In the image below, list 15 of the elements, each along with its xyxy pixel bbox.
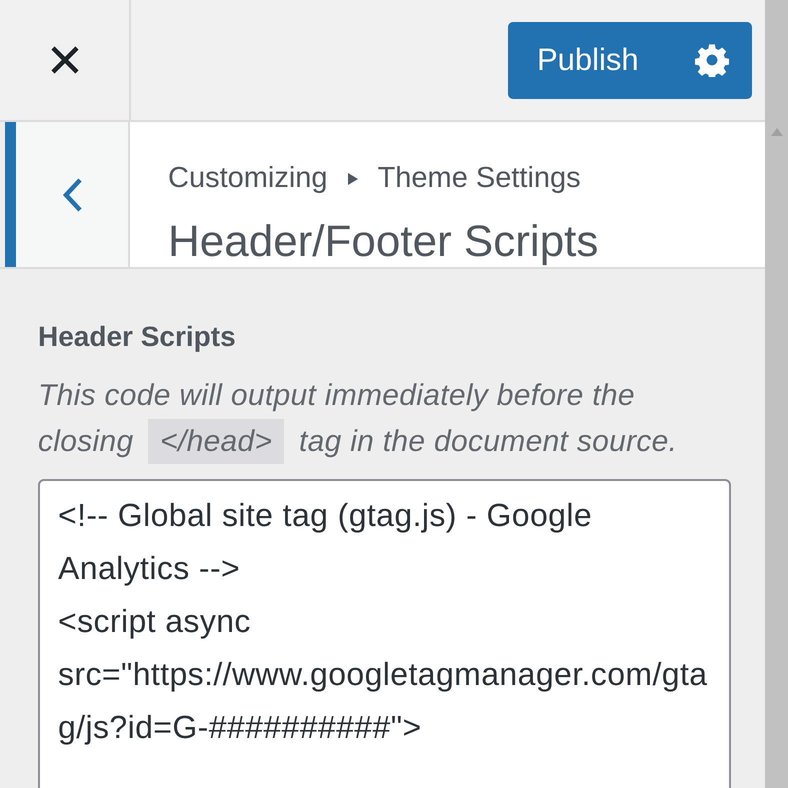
code-snippet: </head> xyxy=(148,419,284,464)
breadcrumb-item: Theme Settings xyxy=(378,162,581,195)
scrollbar[interactable] xyxy=(765,0,788,788)
settings-icon xyxy=(695,43,729,77)
publish-button[interactable]: Publish xyxy=(508,22,752,98)
back-icon xyxy=(61,176,83,212)
breadcrumb-separator-icon xyxy=(348,172,358,184)
scroll-up-icon[interactable] xyxy=(770,128,782,136)
section-title: Header/Footer Scripts xyxy=(168,217,600,267)
field-label: Header Scripts xyxy=(38,321,237,353)
code-field[interactable]: <!-- Global site tag (gtag.js) - Google Analytics --> <script async src="https://www.googletagmanager.com/gtag/js?id=G-##########"> xyxy=(38,479,731,788)
field-description: This code will output immediately before the closing </head> tag in the document source. xyxy=(38,373,731,465)
back-button[interactable] xyxy=(16,122,130,267)
close-icon xyxy=(50,45,80,75)
breadcrumb-item: Customizing xyxy=(168,162,328,195)
